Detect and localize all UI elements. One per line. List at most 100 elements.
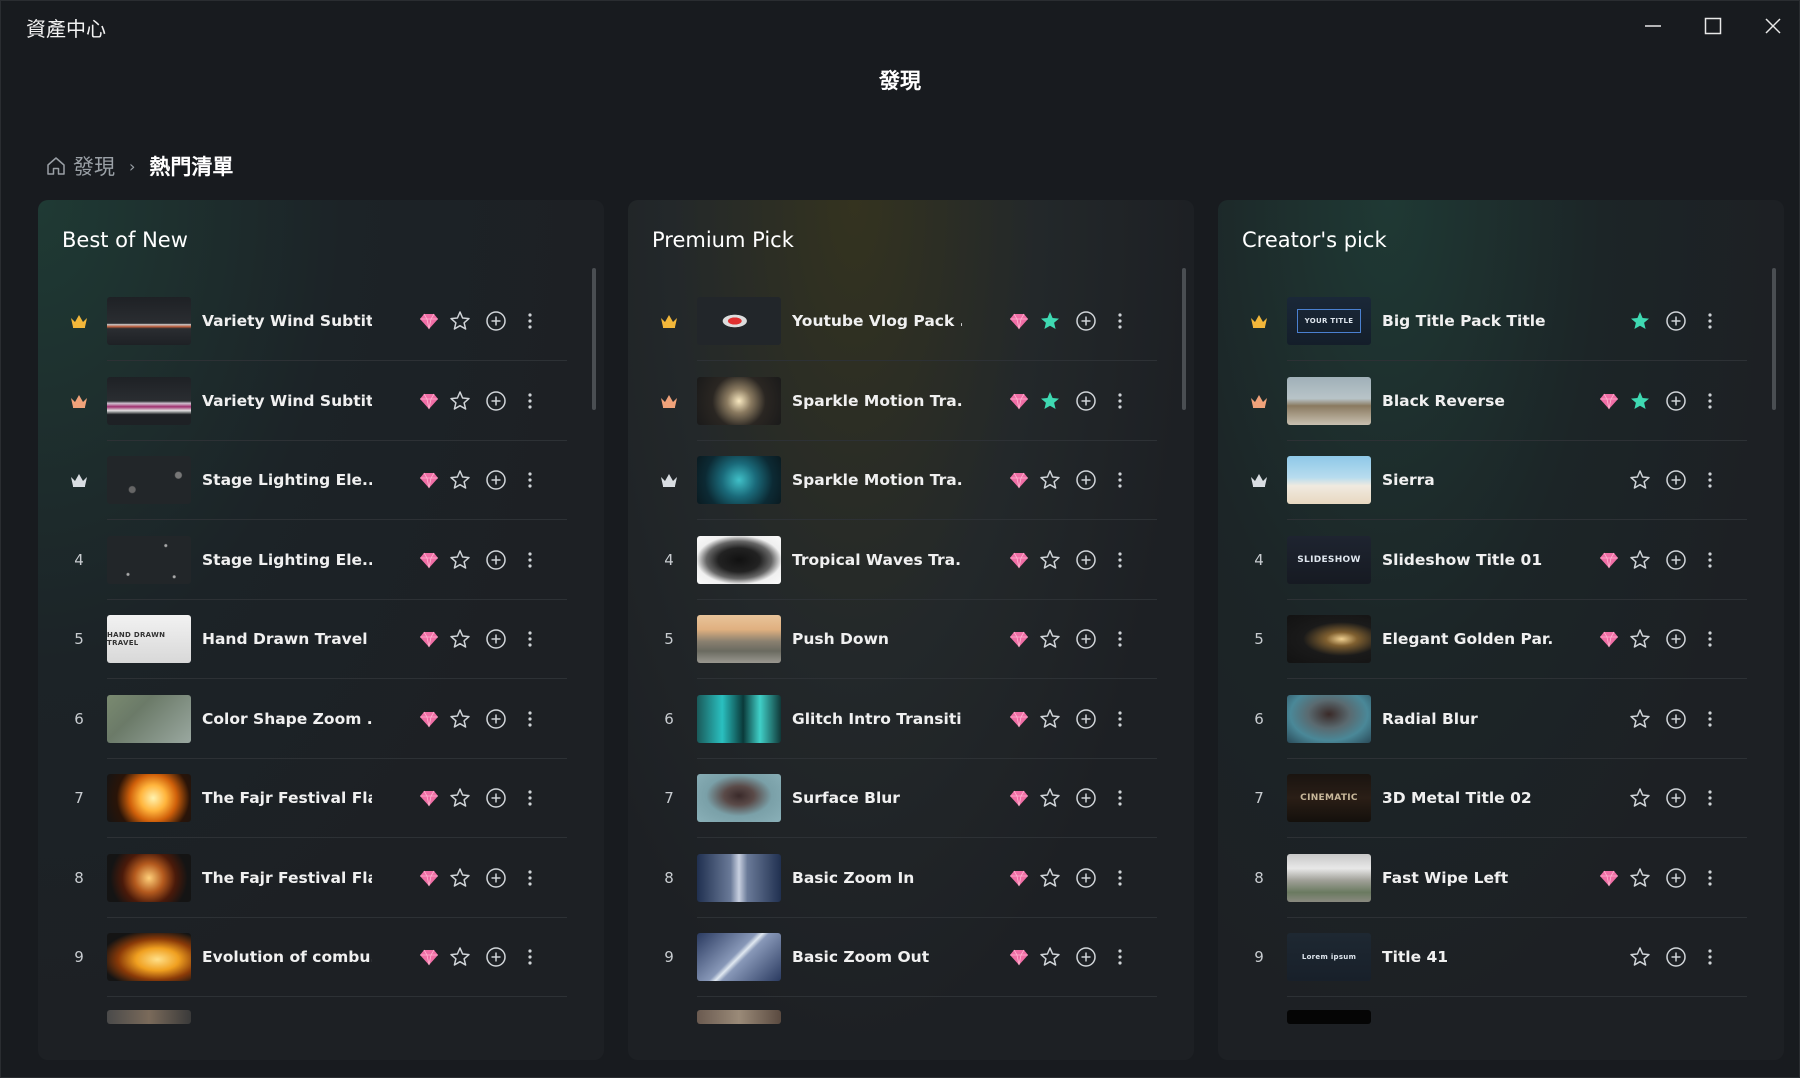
favorite-star-filled-icon[interactable] bbox=[1624, 305, 1656, 337]
add-circle-icon[interactable] bbox=[1660, 862, 1692, 894]
list-item[interactable]: Stage Lighting Ele... bbox=[38, 440, 604, 520]
list-item[interactable]: 9 Lorem ipsum Title 41 bbox=[1218, 917, 1784, 997]
item-name[interactable]: Glitch Intro Transiti... bbox=[792, 679, 962, 759]
more-options-icon[interactable] bbox=[1694, 464, 1726, 496]
item-name[interactable]: Stage Lighting Ele... bbox=[202, 440, 372, 520]
close-button[interactable] bbox=[1753, 9, 1793, 43]
item-name[interactable]: Slideshow Title 01 bbox=[1382, 520, 1552, 600]
favorite-star-icon[interactable] bbox=[1624, 782, 1656, 814]
add-circle-icon[interactable] bbox=[480, 782, 512, 814]
item-name[interactable]: Push Down bbox=[792, 599, 962, 679]
favorite-star-icon[interactable] bbox=[444, 862, 476, 894]
list-item[interactable]: 6 Color Shape Zoom ... bbox=[38, 679, 604, 759]
favorite-star-filled-icon[interactable] bbox=[1034, 385, 1066, 417]
item-thumbnail[interactable] bbox=[107, 376, 191, 425]
favorite-star-icon[interactable] bbox=[444, 782, 476, 814]
favorite-star-icon[interactable] bbox=[1034, 941, 1066, 973]
item-name[interactable]: Tropical Waves Tra... bbox=[792, 520, 962, 600]
more-options-icon[interactable] bbox=[514, 623, 546, 655]
add-circle-icon[interactable] bbox=[1070, 464, 1102, 496]
more-options-icon[interactable] bbox=[514, 941, 546, 973]
item-thumbnail[interactable] bbox=[107, 535, 191, 584]
list-item[interactable]: 8 Basic Zoom In bbox=[628, 838, 1194, 918]
list-item[interactable]: Sparkle Motion Tra... bbox=[628, 440, 1194, 520]
favorite-star-icon[interactable] bbox=[444, 385, 476, 417]
more-options-icon[interactable] bbox=[1694, 862, 1726, 894]
add-circle-icon[interactable] bbox=[480, 862, 512, 894]
list-item[interactable]: 7 Surface Blur bbox=[628, 758, 1194, 838]
item-name[interactable]: Surface Blur bbox=[792, 758, 962, 838]
more-options-icon[interactable] bbox=[1104, 385, 1136, 417]
list-item[interactable]: 6 Glitch Intro Transiti... bbox=[628, 679, 1194, 759]
list-item[interactable]: 5 Elegant Golden Par... bbox=[1218, 599, 1784, 679]
favorite-star-filled-icon[interactable] bbox=[1034, 305, 1066, 337]
item-name[interactable]: Title 41 bbox=[1382, 917, 1552, 997]
item-thumbnail[interactable]: CINEMATIC bbox=[1287, 774, 1371, 822]
item-thumbnail[interactable] bbox=[697, 456, 781, 504]
item-name[interactable]: Radial Blur bbox=[1382, 679, 1552, 759]
item-name[interactable]: Evolution of combu... bbox=[202, 917, 372, 997]
more-options-icon[interactable] bbox=[1104, 862, 1136, 894]
list-item-partial[interactable] bbox=[628, 997, 1194, 1061]
item-thumbnail[interactable] bbox=[697, 853, 781, 902]
add-circle-icon[interactable] bbox=[480, 941, 512, 973]
add-circle-icon[interactable] bbox=[1660, 782, 1692, 814]
more-options-icon[interactable] bbox=[1104, 703, 1136, 735]
add-circle-icon[interactable] bbox=[1070, 385, 1102, 417]
list-item[interactable]: 5 Push Down bbox=[628, 599, 1194, 679]
item-name[interactable]: The Fajr Festival Fla... bbox=[202, 758, 372, 838]
list-item[interactable]: Variety Wind Subtit... bbox=[38, 361, 604, 441]
list-item[interactable]: Variety Wind Subtit... bbox=[38, 281, 604, 361]
minimize-button[interactable] bbox=[1633, 9, 1673, 43]
list-item[interactable]: 4 SLIDESHOW Slideshow Title 01 bbox=[1218, 520, 1784, 600]
favorite-star-icon[interactable] bbox=[1034, 703, 1066, 735]
more-options-icon[interactable] bbox=[514, 305, 546, 337]
list-item[interactable]: 6 Radial Blur bbox=[1218, 679, 1784, 759]
favorite-star-icon[interactable] bbox=[1034, 464, 1066, 496]
add-circle-icon[interactable] bbox=[480, 623, 512, 655]
item-name[interactable]: Elegant Golden Par... bbox=[1382, 599, 1552, 679]
item-name[interactable]: Sierra bbox=[1382, 440, 1552, 520]
list-item[interactable]: 4 Tropical Waves Tra... bbox=[628, 520, 1194, 600]
add-circle-icon[interactable] bbox=[480, 464, 512, 496]
add-circle-icon[interactable] bbox=[1070, 623, 1102, 655]
more-options-icon[interactable] bbox=[1694, 385, 1726, 417]
add-circle-icon[interactable] bbox=[1660, 941, 1692, 973]
favorite-star-icon[interactable] bbox=[1624, 862, 1656, 894]
list-item[interactable]: Black Reverse bbox=[1218, 361, 1784, 441]
more-options-icon[interactable] bbox=[514, 862, 546, 894]
more-options-icon[interactable] bbox=[1694, 703, 1726, 735]
favorite-star-icon[interactable] bbox=[1034, 782, 1066, 814]
item-name[interactable]: Black Reverse bbox=[1382, 361, 1552, 441]
item-name[interactable]: Stage Lighting Ele... bbox=[202, 520, 372, 600]
item-thumbnail[interactable] bbox=[697, 297, 781, 345]
favorite-star-icon[interactable] bbox=[444, 544, 476, 576]
more-options-icon[interactable] bbox=[1104, 782, 1136, 814]
list-item-partial[interactable] bbox=[38, 997, 604, 1061]
item-thumbnail[interactable] bbox=[697, 933, 781, 981]
item-name[interactable]: Variety Wind Subtit... bbox=[202, 361, 372, 441]
add-circle-icon[interactable] bbox=[1660, 703, 1692, 735]
more-options-icon[interactable] bbox=[1694, 305, 1726, 337]
more-options-icon[interactable] bbox=[1104, 544, 1136, 576]
more-options-icon[interactable] bbox=[1694, 623, 1726, 655]
list-item[interactable]: Sierra bbox=[1218, 440, 1784, 520]
item-name[interactable]: Hand Drawn Travel ... bbox=[202, 599, 372, 679]
item-thumbnail[interactable] bbox=[1287, 694, 1371, 743]
item-name[interactable]: Big Title Pack Title ... bbox=[1382, 281, 1552, 361]
item-thumbnail[interactable] bbox=[107, 774, 191, 822]
item-thumbnail[interactable]: HAND DRAWN TRAVEL bbox=[107, 615, 191, 663]
add-circle-icon[interactable] bbox=[1070, 862, 1102, 894]
favorite-star-icon[interactable] bbox=[1034, 623, 1066, 655]
list-item-partial[interactable] bbox=[1218, 997, 1784, 1061]
item-name[interactable]: Variety Wind Subtit... bbox=[202, 281, 372, 361]
item-name[interactable]: The Fajr Festival Fla... bbox=[202, 838, 372, 918]
more-options-icon[interactable] bbox=[1104, 623, 1136, 655]
maximize-button[interactable] bbox=[1693, 9, 1733, 43]
more-options-icon[interactable] bbox=[514, 385, 546, 417]
item-name[interactable]: Basic Zoom In bbox=[792, 838, 962, 918]
item-name[interactable]: Basic Zoom Out bbox=[792, 917, 962, 997]
more-options-icon[interactable] bbox=[514, 703, 546, 735]
favorite-star-icon[interactable] bbox=[1034, 544, 1066, 576]
item-thumbnail[interactable] bbox=[1287, 1009, 1371, 1024]
